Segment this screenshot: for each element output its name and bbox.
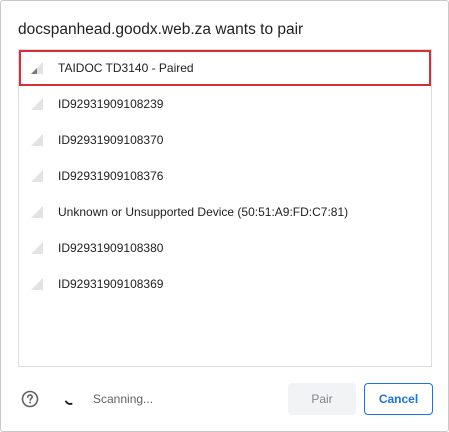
device-label: ID92931909108380 [58,241,164,255]
device-list[interactable]: TAIDOC TD3140 - Paired ID92931909108239 … [18,49,432,367]
device-label: ID92931909108376 [58,169,164,183]
device-label: TAIDOC TD3140 - Paired [58,61,194,75]
scanning-status: Scanning... [93,392,154,406]
device-label: Unknown or Unsupported Device (50:51:A9:… [58,205,349,219]
device-row[interactable]: ID92931909108370 [19,122,431,158]
signal-strength-icon [31,278,43,290]
device-row[interactable]: ID92931909108239 [19,86,431,122]
signal-strength-icon [31,206,43,218]
bluetooth-pair-dialog: docspanhead.goodx.web.za wants to pair T… [0,0,449,432]
device-row[interactable]: ID92931909108380 [19,230,431,266]
signal-strength-icon [31,98,43,110]
device-label: ID92931909108370 [58,133,164,147]
signal-strength-icon [31,242,43,254]
device-row[interactable]: Unknown or Unsupported Device (50:51:A9:… [19,194,431,230]
pair-button[interactable]: Pair [288,383,356,415]
spinner-icon [65,400,73,405]
device-label: ID92931909108239 [58,97,164,111]
signal-strength-icon [31,134,43,146]
question-circle-icon[interactable] [21,390,39,408]
cancel-button[interactable]: Cancel [364,383,433,415]
device-row[interactable]: TAIDOC TD3140 - Paired [19,50,431,86]
dialog-title: docspanhead.goodx.web.za wants to pair [18,21,304,38]
device-row[interactable]: ID92931909108376 [19,158,431,194]
device-label: ID92931909108369 [58,277,164,291]
signal-strength-icon [31,62,43,74]
device-row[interactable]: ID92931909108369 [19,266,431,302]
signal-strength-icon [31,170,43,182]
dialog-footer: Scanning... Pair Cancel [1,383,448,417]
